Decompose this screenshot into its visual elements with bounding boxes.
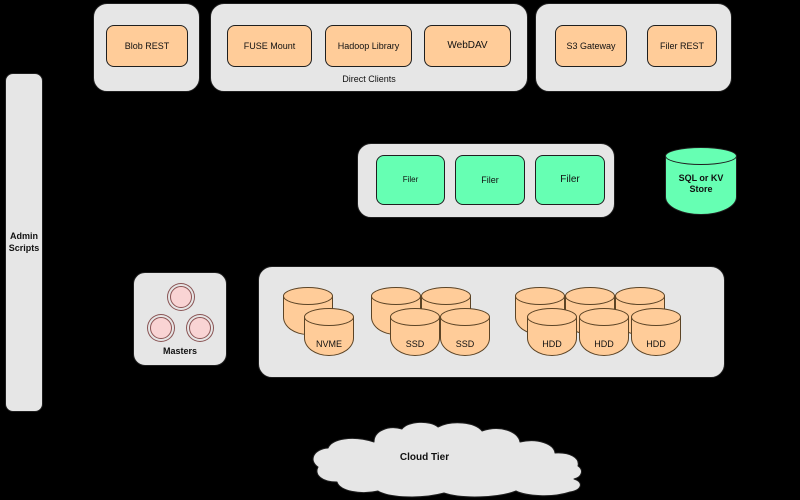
- disk-label-hdd-3: HDD: [646, 339, 666, 349]
- gateway-group[interactable]: S3 Gateway Filer REST: [535, 3, 732, 92]
- disk-label-nvme: NVME: [315, 339, 342, 349]
- disk-hdd-front-2[interactable]: HDD: [579, 308, 629, 356]
- node-label: Filer REST: [659, 40, 704, 51]
- cylinder-top: [440, 308, 490, 326]
- node-label: Hadoop Library: [337, 40, 400, 51]
- node-blob-rest[interactable]: Blob REST: [106, 25, 188, 67]
- masters-label: Masters: [162, 346, 198, 356]
- volume-servers-group[interactable]: NVME SSD SSD HDD HDD HDD: [258, 266, 725, 378]
- disk-label-hdd-1: HDD: [542, 339, 562, 349]
- direct-clients-group[interactable]: FUSE Mount Hadoop Library WebDAV Direct …: [210, 3, 528, 92]
- masters-group[interactable]: Masters: [133, 272, 227, 366]
- store-label-line2: Store: [689, 183, 713, 194]
- cylinder-top: [371, 287, 421, 305]
- master-node-1[interactable]: [170, 286, 192, 308]
- node-label: Blob REST: [124, 40, 170, 51]
- node-filer-3[interactable]: Filer: [535, 155, 605, 205]
- master-node-3[interactable]: [189, 317, 211, 339]
- filer-cluster-group[interactable]: Filer Filer Filer: [357, 143, 615, 218]
- cylinder-top: [615, 287, 665, 305]
- node-filer-1[interactable]: Filer: [376, 155, 445, 205]
- disk-label-ssd-2: SSD: [455, 339, 475, 349]
- node-label: Filer: [560, 174, 580, 186]
- cylinder-top: [631, 308, 681, 326]
- node-fuse-mount[interactable]: FUSE Mount: [227, 25, 312, 67]
- cylinder-top: [579, 308, 629, 326]
- cylinder-top: [304, 308, 354, 326]
- disk-ssd-front-2[interactable]: SSD: [440, 308, 490, 356]
- admin-scripts-label-line1: Admin: [9, 231, 38, 242]
- disk-nvme-front[interactable]: NVME: [304, 308, 354, 356]
- node-hadoop-library[interactable]: Hadoop Library: [325, 25, 412, 67]
- disk-label-ssd-1: SSD: [405, 339, 425, 349]
- cylinder-top: [515, 287, 565, 305]
- node-filer-2[interactable]: Filer: [455, 155, 525, 205]
- sql-or-kv-store-cylinder[interactable]: SQL or KV Store: [665, 147, 737, 215]
- cylinder-top: [565, 287, 615, 305]
- disk-ssd-front-1[interactable]: SSD: [390, 308, 440, 356]
- cylinder-top: [421, 287, 471, 305]
- node-label: FUSE Mount: [243, 40, 296, 51]
- cloud-tier-label: Cloud Tier: [399, 452, 450, 463]
- node-label: S3 Gateway: [566, 40, 616, 51]
- store-label-line1: SQL or KV: [678, 173, 724, 183]
- diagram-canvas: Admin Scripts Blob REST FUSE Mount Hadoo…: [0, 0, 800, 500]
- disk-hdd-front-1[interactable]: HDD: [527, 308, 577, 356]
- node-filer-rest[interactable]: Filer REST: [647, 25, 717, 67]
- sql-or-kv-store-label: SQL or KV Store: [665, 173, 737, 195]
- node-s3-gateway[interactable]: S3 Gateway: [555, 25, 627, 67]
- admin-scripts-label-line2: Scripts: [8, 242, 40, 253]
- admin-scripts-label: Admin Scripts: [9, 231, 40, 254]
- cylinder-top: [527, 308, 577, 326]
- node-label: Filer: [402, 174, 419, 184]
- cloud-tier-shape[interactable]: Cloud Tier: [312, 422, 592, 498]
- direct-clients-group-label: Direct Clients: [342, 74, 396, 84]
- cylinder-top: [665, 147, 737, 165]
- admin-scripts-panel[interactable]: Admin Scripts: [5, 73, 43, 412]
- disk-label-hdd-2: HDD: [594, 339, 614, 349]
- disk-hdd-front-3[interactable]: HDD: [631, 308, 681, 356]
- node-label: WebDAV: [447, 40, 488, 52]
- node-webdav[interactable]: WebDAV: [424, 25, 511, 67]
- master-node-2[interactable]: [150, 317, 172, 339]
- cylinder-top: [283, 287, 333, 305]
- node-label: Filer: [481, 174, 499, 185]
- cylinder-top: [390, 308, 440, 326]
- blob-rest-group[interactable]: Blob REST: [93, 3, 200, 92]
